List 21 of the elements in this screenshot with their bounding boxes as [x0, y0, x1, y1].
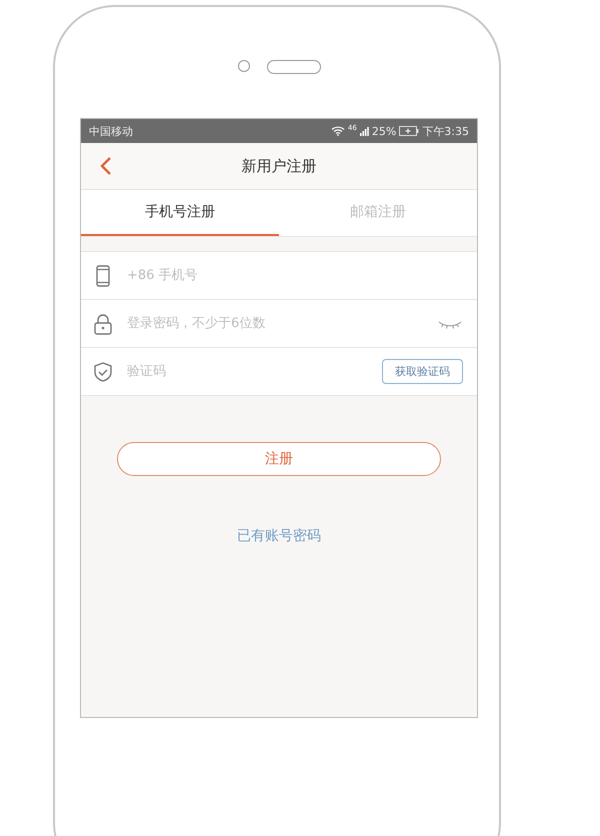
- closed-eye-icon[interactable]: [437, 318, 463, 328]
- wifi-icon: [330, 126, 345, 136]
- register-button[interactable]: 注册: [117, 442, 441, 476]
- input-field[interactable]: 登录密码，不少于6位数: [125, 315, 425, 332]
- camera-icon: [238, 60, 250, 72]
- input-field[interactable]: +86 手机号: [125, 267, 463, 284]
- tab[interactable]: 手机号注册: [81, 190, 279, 236]
- lock-icon: [93, 312, 113, 334]
- battery-percent: 25%: [372, 124, 396, 138]
- page-title: 新用户注册: [242, 156, 316, 176]
- speaker-icon: [267, 60, 321, 74]
- battery-icon: [399, 126, 420, 136]
- clock-time: 下午3:35: [422, 124, 469, 138]
- login-link[interactable]: 已有账号密码: [237, 527, 321, 545]
- carrier-name: 中国移动: [89, 124, 133, 138]
- signal-icon: [360, 126, 369, 136]
- shield-icon: [93, 360, 113, 382]
- get-code-button[interactable]: 获取验证码: [382, 359, 463, 384]
- input-field[interactable]: 验证码: [125, 363, 370, 380]
- tab[interactable]: 邮箱注册: [279, 190, 477, 236]
- back-icon[interactable]: [99, 156, 113, 176]
